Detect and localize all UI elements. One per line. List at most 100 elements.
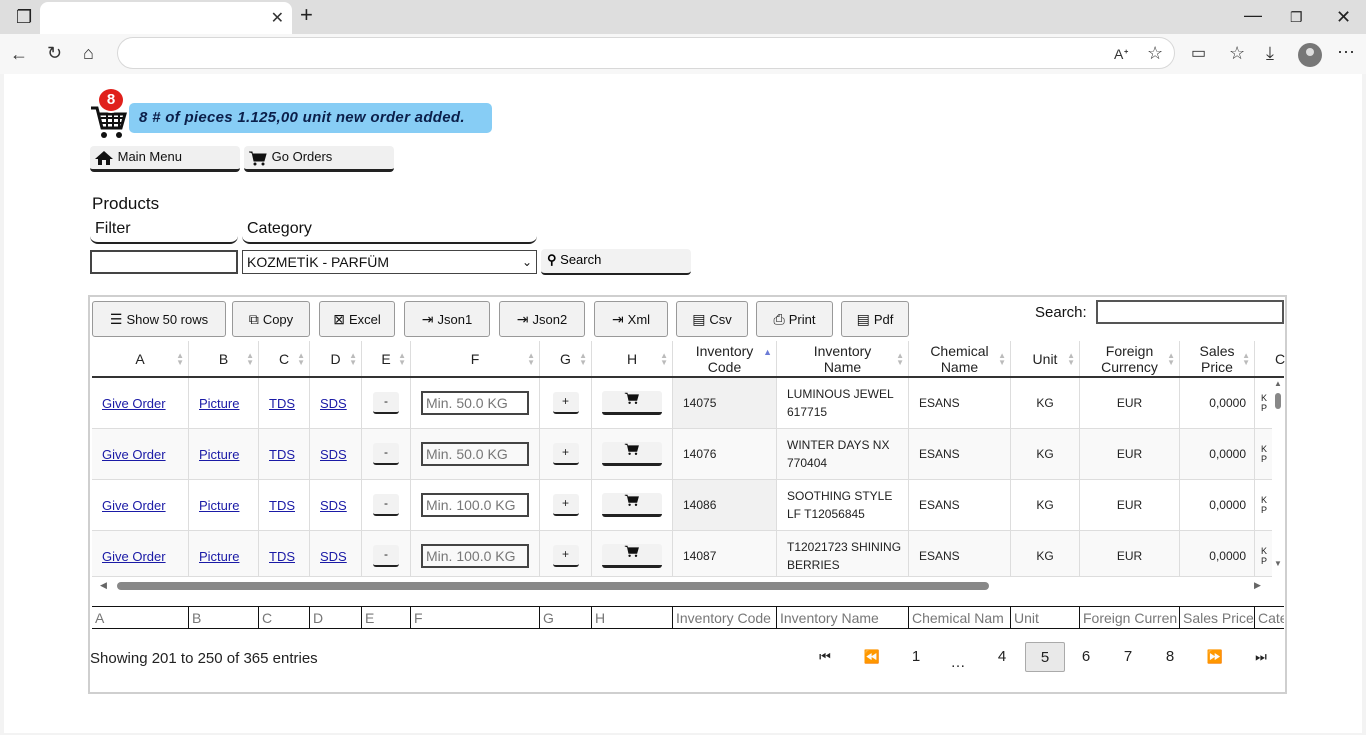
tds-link[interactable]: TDS [269, 498, 295, 513]
copy-button[interactable]: ⧉ Copy [232, 301, 310, 337]
decrease-quantity-button[interactable]: - [373, 392, 399, 414]
footer-filter-chemical-name[interactable]: Chemical Nam [909, 607, 1011, 629]
table-search-input[interactable] [1096, 300, 1284, 324]
footer-filter-d[interactable]: D [310, 607, 362, 629]
close-window-icon[interactable]: ✕ [1336, 8, 1351, 26]
footer-filter-h[interactable]: H [592, 607, 673, 629]
footer-filter-inventory-name[interactable]: Inventory Name [777, 607, 909, 629]
horizontal-scrollbar[interactable]: ◀ ▶ [92, 578, 1272, 592]
csv-button[interactable]: ▤ Csv [676, 301, 748, 337]
column-header-g[interactable]: G ▲ ▼ [540, 341, 592, 376]
main-menu-button[interactable]: Main Menu [90, 146, 240, 172]
column-header-chemical-name[interactable]: Chemical Name ▲ ▼ [909, 341, 1011, 376]
quantity-input[interactable]: Min. 100.0 KG [421, 493, 529, 517]
go-orders-button[interactable]: Go Orders [244, 146, 394, 172]
page-7-button[interactable]: 7 [1112, 642, 1144, 672]
picture-link[interactable]: Picture [199, 549, 239, 564]
footer-filter-f[interactable]: F [411, 607, 540, 629]
pdf-button[interactable]: ▤ Pdf [841, 301, 909, 337]
footer-filter-c[interactable]: C [259, 607, 310, 629]
give-order-link[interactable]: Give Order [102, 498, 166, 513]
page-5-button-current[interactable]: 5 [1025, 642, 1065, 672]
column-header-f[interactable]: F ▲ ▼ [411, 341, 540, 376]
xml-button[interactable]: ⇥ Xml [594, 301, 668, 337]
column-header-sales-price[interactable]: Sales Price ▲ ▼ [1180, 341, 1255, 376]
give-order-link[interactable]: Give Order [102, 396, 166, 411]
address-bar[interactable]: Aᐩ ☆ [117, 37, 1175, 69]
scroll-right-icon[interactable]: ▶ [1254, 580, 1261, 591]
sds-link[interactable]: SDS [320, 498, 347, 513]
footer-filter-sales-price[interactable]: Sales Price [1180, 607, 1255, 629]
column-header-h[interactable]: H ▲ ▼ [592, 341, 673, 376]
quantity-input[interactable]: Min. 100.0 KG [421, 544, 529, 568]
json2-button[interactable]: ⇥ Json2 [499, 301, 585, 337]
page-4-button[interactable]: 4 [986, 642, 1018, 672]
picture-link[interactable]: Picture [199, 498, 239, 513]
previous-page-button[interactable]: ⏪ [854, 642, 890, 672]
footer-filter-foreign-currency[interactable]: Foreign Curren [1080, 607, 1180, 629]
increase-quantity-button[interactable]: + [552, 443, 579, 465]
sds-link[interactable]: SDS [320, 549, 347, 564]
column-header-unit[interactable]: Unit ▲ ▼ [1011, 341, 1080, 376]
footer-filter-unit[interactable]: Unit [1011, 607, 1080, 629]
downloads-icon[interactable]: ⤓ [1266, 44, 1274, 62]
add-to-cart-button[interactable] [602, 493, 662, 517]
favorites-icon[interactable]: ☆ [1229, 44, 1245, 62]
quantity-input[interactable]: Min. 50.0 KG [421, 442, 529, 466]
footer-filter-category[interactable]: Cate [1255, 607, 1284, 629]
maximize-icon[interactable]: ❐ [1290, 8, 1303, 26]
next-page-button[interactable]: ⏩ [1197, 642, 1233, 672]
show-rows-button[interactable]: ☰ Show 50 rows [92, 301, 226, 337]
first-page-button[interactable]: ⏮ [807, 642, 843, 672]
profile-avatar[interactable] [1298, 43, 1322, 67]
sds-link[interactable]: SDS [320, 396, 347, 411]
minimize-icon[interactable]: — [1244, 6, 1262, 24]
tds-link[interactable]: TDS [269, 396, 295, 411]
picture-link[interactable]: Picture [199, 447, 239, 462]
workspaces-icon[interactable]: ❐ [16, 8, 32, 26]
tds-link[interactable]: TDS [269, 447, 295, 462]
add-to-cart-button[interactable] [602, 544, 662, 568]
column-header-e[interactable]: E ▲ ▼ [362, 341, 411, 376]
give-order-link[interactable]: Give Order [102, 549, 166, 564]
last-page-button[interactable]: ⏭ [1243, 642, 1279, 672]
footer-filter-e[interactable]: E [362, 607, 411, 629]
picture-link[interactable]: Picture [199, 396, 239, 411]
footer-filter-inventory-code[interactable]: Inventory Code [673, 607, 777, 629]
column-header-inventory-code[interactable]: Inventory Code ▲ [673, 341, 777, 376]
column-header-category[interactable]: C [1255, 341, 1285, 376]
sds-link[interactable]: SDS [320, 447, 347, 462]
filter-input[interactable] [90, 250, 238, 274]
excel-button[interactable]: ⊠ Excel [319, 301, 395, 337]
close-icon[interactable]: ✕ [271, 8, 284, 28]
refresh-icon[interactable]: ↻ [47, 44, 62, 62]
page-8-button[interactable]: 8 [1154, 642, 1186, 672]
increase-quantity-button[interactable]: + [552, 494, 579, 516]
read-aloud-icon[interactable]: Aᐩ [1114, 45, 1129, 63]
cast-icon[interactable]: ▭ [1191, 45, 1206, 63]
add-to-cart-button[interactable] [602, 391, 662, 415]
scroll-up-icon[interactable]: ▲ [1274, 379, 1282, 388]
column-header-a[interactable]: A ▲ ▼ [92, 341, 189, 376]
tds-link[interactable]: TDS [269, 549, 295, 564]
json1-button[interactable]: ⇥ Json1 [404, 301, 490, 337]
vertical-scrollbar[interactable]: ▲ ▼ [1273, 379, 1283, 575]
category-select[interactable]: KOZMETİK - PARFÜM ⌄ [242, 250, 537, 274]
browser-tab[interactable]: ✕ [40, 2, 292, 34]
back-icon[interactable]: ← [10, 45, 28, 63]
scroll-left-icon[interactable]: ◀ [100, 580, 107, 591]
scroll-down-icon[interactable]: ▼ [1274, 559, 1282, 568]
more-menu-icon[interactable]: ⋯ [1337, 43, 1355, 61]
column-header-d[interactable]: D ▲ ▼ [310, 341, 362, 376]
scroll-thumb[interactable] [117, 582, 989, 590]
decrease-quantity-button[interactable]: - [373, 494, 399, 516]
footer-filter-g[interactable]: G [540, 607, 592, 629]
print-button[interactable]: ⎙ Print [756, 301, 833, 337]
decrease-quantity-button[interactable]: - [373, 443, 399, 465]
decrease-quantity-button[interactable]: - [373, 545, 399, 567]
page-6-button[interactable]: 6 [1070, 642, 1102, 672]
increase-quantity-button[interactable]: + [552, 545, 579, 567]
give-order-link[interactable]: Give Order [102, 447, 166, 462]
column-header-foreign-currency[interactable]: Foreign Currency ▲ ▼ [1080, 341, 1180, 376]
column-header-inventory-name[interactable]: Inventory Name ▲ ▼ [777, 341, 909, 376]
